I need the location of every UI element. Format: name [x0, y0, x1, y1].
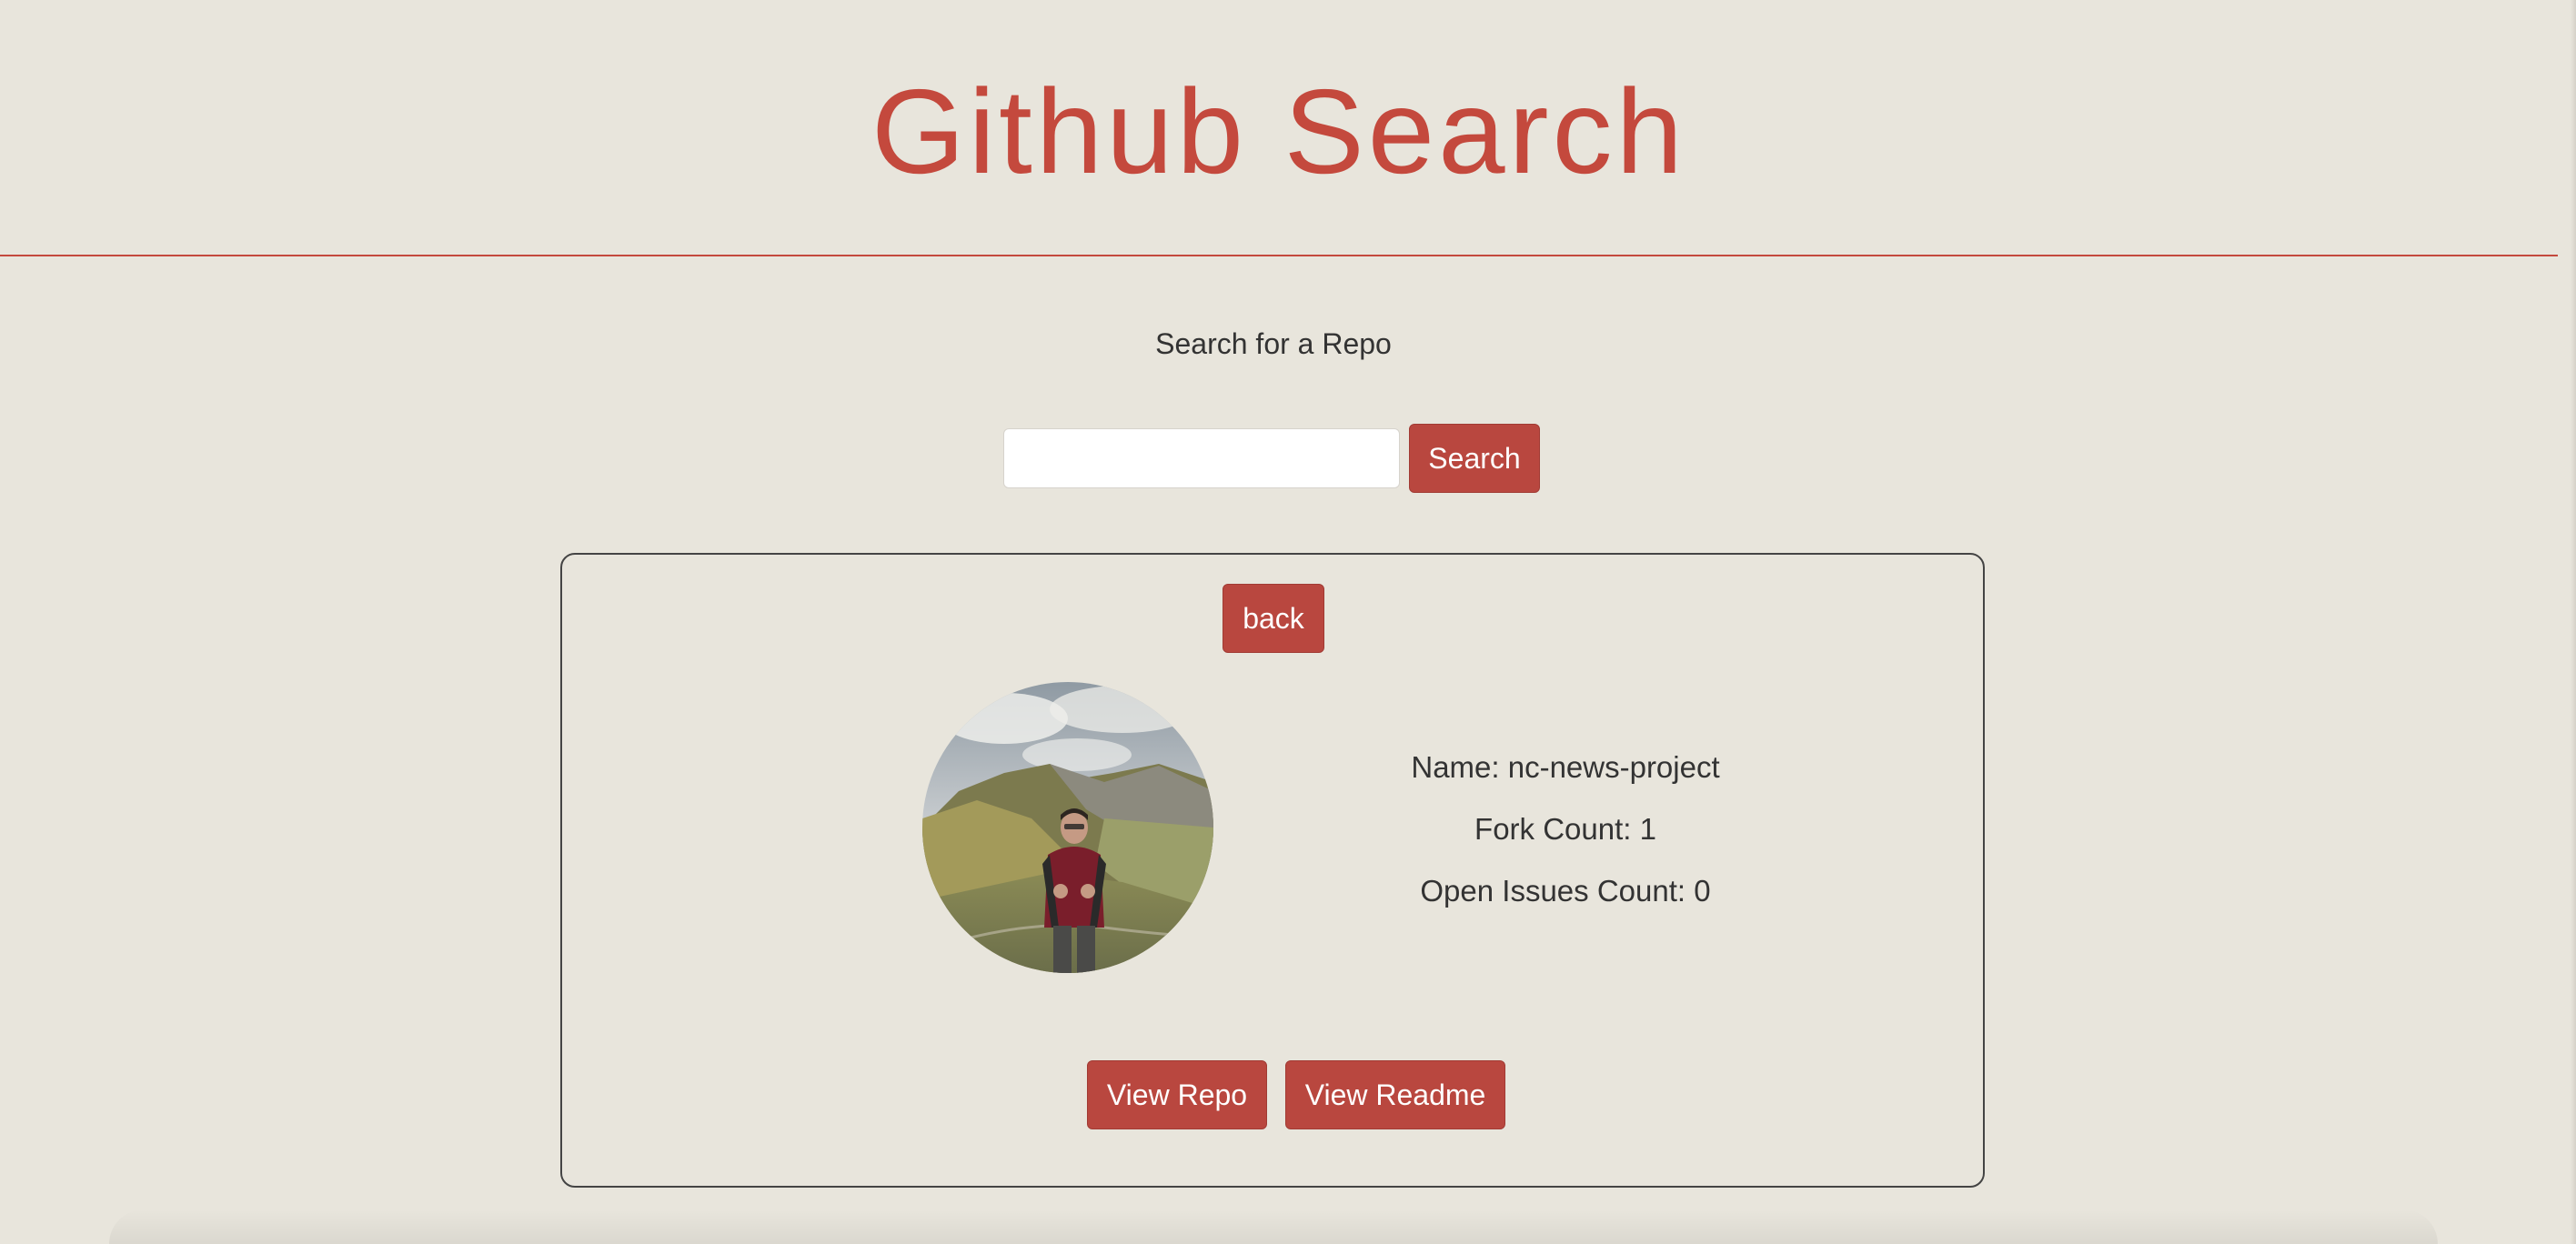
search-button[interactable]: Search [1409, 424, 1540, 493]
search-label: Search for a Repo [1155, 327, 1392, 360]
search-form: Search [1003, 424, 1540, 493]
page-title: Github Search [871, 64, 1686, 198]
repo-info: Name: nc-news-project Fork Count: 1 Open… [1244, 737, 1887, 922]
repo-card: back Name: nc-news-project Fork Count: 1… [560, 553, 1985, 1188]
page: Github Search Search for a Repo Search b… [0, 0, 2576, 1244]
bottom-shadow [109, 1209, 2438, 1244]
avatar [922, 682, 1213, 973]
window-edge [2571, 0, 2576, 1244]
open-issues-count: Open Issues Count: 0 [1420, 874, 1711, 908]
back-button[interactable]: back [1223, 584, 1324, 653]
view-repo-button[interactable]: View Repo [1087, 1060, 1267, 1129]
fork-count: Fork Count: 1 [1474, 812, 1656, 846]
avatar-photo [922, 682, 1213, 973]
repo-name: Name: nc-news-project [1411, 750, 1720, 784]
site-header: Github Search [0, 0, 2558, 256]
view-readme-button[interactable]: View Readme [1285, 1060, 1505, 1129]
repo-actions: View Repo View Readme [562, 1060, 1983, 1129]
search-input[interactable] [1003, 428, 1400, 488]
